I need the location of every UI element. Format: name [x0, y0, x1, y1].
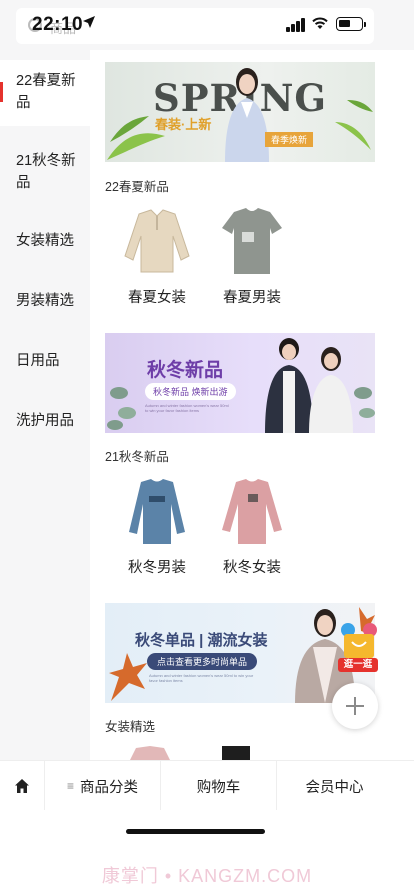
product-item-spring-men[interactable]: 春夏男装: [208, 206, 296, 307]
tab-cart[interactable]: 购物车: [160, 761, 276, 811]
status-time: 22:10: [32, 14, 84, 35]
couple-photo-image: [265, 338, 375, 433]
section-title: 21秋冬新品: [105, 450, 169, 464]
banner-subline: 春装·上新: [155, 117, 212, 132]
product-preview-image: [222, 746, 250, 760]
browse-label: 逛一逛: [338, 658, 378, 672]
knit-sweater-image: [124, 209, 190, 273]
sidebar-item-22-spring-summer[interactable]: 22春夏新品: [0, 60, 90, 126]
sidebar-item-mens-picks[interactable]: 男装精选: [0, 290, 90, 312]
section-title: 22春夏新品: [105, 180, 169, 194]
tab-member-center[interactable]: 会员中心: [276, 761, 392, 811]
tab-label: 商品分类: [80, 779, 138, 796]
status-bar: 商品 22:10: [0, 0, 414, 50]
maple-leaf-decoration-icon: [109, 653, 147, 701]
sidebar-item-toiletries[interactable]: 洗护用品: [0, 410, 90, 432]
banner-subline: 点击查看更多时尚单品: [147, 653, 258, 670]
home-icon: [15, 779, 29, 793]
banner-tag: 春季焕新: [265, 132, 314, 147]
battery-icon: [336, 17, 366, 31]
section-title: 女装精选: [105, 720, 156, 734]
leaf-decoration-icon: [335, 100, 373, 150]
bottom-tab-bar: ≡ 商品分类 购物车 会员中心: [0, 760, 414, 811]
spring-banner[interactable]: SPRING 春装·上新 春季焕新: [105, 62, 375, 162]
sidebar-item-womens-picks[interactable]: 女装精选: [0, 230, 90, 252]
location-arrow-icon: [83, 16, 95, 28]
list-icon: ≡: [66, 779, 74, 793]
leaf-decoration-icon: [107, 387, 136, 430]
tab-label: 会员中心: [305, 779, 364, 796]
sidebar-item-daily-goods[interactable]: 日用品: [0, 350, 90, 372]
sidebar-item-label: 21秋冬新品: [16, 153, 76, 191]
product-item-autumn-men[interactable]: 秋冬男装: [113, 476, 201, 577]
sidebar-item-label: 女装精选: [16, 233, 74, 249]
shopping-bag-icon: [341, 623, 377, 658]
browse-float-badge[interactable]: 逛一逛: [334, 620, 382, 672]
grey-tshirt-image: [222, 208, 282, 274]
tab-label: 购物车: [196, 779, 241, 796]
product-label: 春夏男装: [223, 290, 281, 306]
category-sidebar: 22春夏新品 21秋冬新品 女装精选 男装精选 日用品 洗护用品: [0, 50, 90, 760]
sidebar-item-21-autumn-winter[interactable]: 21秋冬新品: [0, 150, 90, 200]
product-preview-image: [130, 746, 170, 760]
autumn-winter-banner[interactable]: 秋冬新品 秋冬新品 焕新出游 Autumn and winter fashion…: [105, 333, 375, 433]
active-indicator: [0, 82, 3, 102]
watermark: 康掌门 • KANGZM.COM: [101, 866, 313, 886]
cellular-signal-icon: [286, 18, 306, 32]
banner-headline: 秋冬单品 | 潮流女装: [135, 632, 268, 649]
pink-sweater-image: [222, 479, 282, 544]
product-label: 秋冬女装: [223, 560, 281, 576]
wifi-icon: [312, 17, 328, 29]
banner-fine-print: Autumn and winter fashion women's wear 5…: [145, 403, 229, 413]
sidebar-item-label: 日用品: [16, 353, 60, 369]
product-label: 秋冬男装: [128, 560, 186, 576]
product-item-spring-women[interactable]: 春夏女装: [113, 206, 201, 307]
product-label: 春夏女装: [128, 290, 186, 306]
product-item-autumn-women[interactable]: 秋冬女装: [208, 476, 296, 577]
sidebar-item-label: 洗护用品: [16, 413, 74, 429]
tab-categories[interactable]: ≡ 商品分类: [44, 761, 160, 811]
model-photo-image: [225, 68, 269, 162]
banner-headline: 秋冬新品: [147, 360, 224, 381]
tab-home[interactable]: [0, 761, 44, 811]
banner-subline: 秋冬新品 焕新出游: [145, 383, 236, 400]
sidebar-item-label: 男装精选: [16, 293, 74, 309]
banner-fine-print: Autumn and winter fashion women's wear 5…: [149, 673, 254, 683]
home-indicator[interactable]: [126, 829, 265, 834]
blue-sweatshirt-image: [129, 479, 185, 544]
sidebar-item-label: 22春夏新品: [16, 73, 76, 111]
add-button[interactable]: [332, 683, 378, 729]
